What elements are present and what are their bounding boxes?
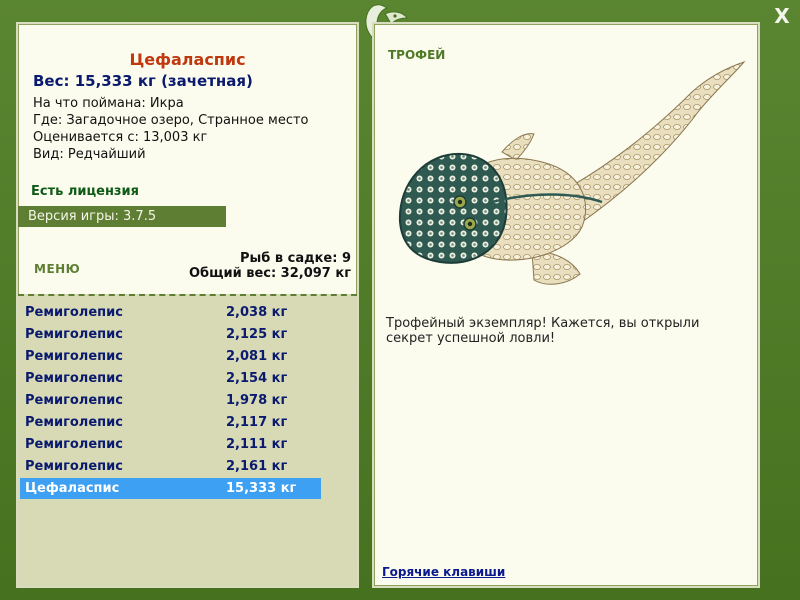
hotkeys-link[interactable]: Горячие клавиши [382,565,505,579]
catch-fish-weight: 2,161 кг [226,459,288,474]
catch-fish-weight: 2,117 кг [226,415,288,430]
fish-info-panel: Цефаласпис Вес: 15,333 кг (зачетная) На … [16,22,359,588]
catch-fish-weight: 1,978 кг [226,393,288,408]
catch-list-row[interactable]: Ремиголепис 2,125 кг [20,324,321,345]
catch-list-row[interactable]: Ремиголепис 2,117 кг [20,412,321,433]
catch-fish-weight: 2,081 кг [226,349,288,364]
catch-list-row[interactable]: Ремиголепис 2,161 кг [20,456,321,477]
catch-fish-weight: 2,154 кг [226,371,288,386]
fish-location-info: Где: Загадочное озеро, Странное место [33,113,309,128]
catch-fish-weight: 15,333 кг [226,481,297,496]
catch-list-row[interactable]: Ремиголепис 2,081 кг [20,346,321,367]
catch-list-row[interactable]: Ремиголепис 1,978 кг [20,390,321,411]
game-version-bar: Версия игры: 3.7.5 [18,206,226,227]
catch-fish-name: Ремиголепис [25,371,123,386]
catch-list: Ремиголепис 2,038 кг Ремиголепис 2,125 к… [18,294,357,586]
catch-fish-name: Цефаласпис [25,481,120,496]
fish-value-info: Оценивается с: 13,003 кг [33,130,208,145]
catch-list-row[interactable]: Ремиголепис 2,154 кг [20,368,321,389]
catch-fish-name: Ремиголепис [25,459,123,474]
catch-fish-name: Ремиголепис [25,437,123,452]
keepnet-fish-count: Рыб в садке: 9 [239,251,351,266]
fish-bait-info: На что поймана: Икра [33,96,184,111]
trophy-description: Трофейный экземпляр! Кажется, вы открыли… [386,316,700,346]
menu-button[interactable]: МЕНЮ [34,262,80,276]
catch-fish-name: Ремиголепис [25,305,123,320]
fish-rarity-info: Вид: Редчайший [33,147,146,162]
catch-list-row[interactable]: Ремиголепис 2,111 кг [20,434,321,455]
catch-list-row[interactable]: Ремиголепис 2,038 кг [20,302,321,323]
keepnet-total-weight: Общий вес: 32,097 кг [188,266,351,281]
catch-fish-weight: 2,125 кг [226,327,288,342]
close-button[interactable]: X [770,4,794,28]
catch-fish-weight: 2,038 кг [226,305,288,320]
catch-list-row-selected[interactable]: Цефаласпис 15,333 кг [20,478,321,499]
catch-fish-name: Ремиголепис [25,349,123,364]
trophy-panel: ТРОФЕЙ Трофейный экземпляр! Кажется, вы … [372,22,760,588]
catch-fish-name: Ремиголепис [25,415,123,430]
cephalaspis-fish-image [398,60,746,285]
fish-name-title: Цефаласпис [129,50,246,69]
fish-weight: Вес: 15,333 кг (зачетная) [33,72,253,90]
license-status: Есть лицензия [31,184,139,199]
catch-fish-name: Ремиголепис [25,393,123,408]
catch-fish-weight: 2,111 кг [226,437,288,452]
catch-fish-name: Ремиголепис [25,327,123,342]
